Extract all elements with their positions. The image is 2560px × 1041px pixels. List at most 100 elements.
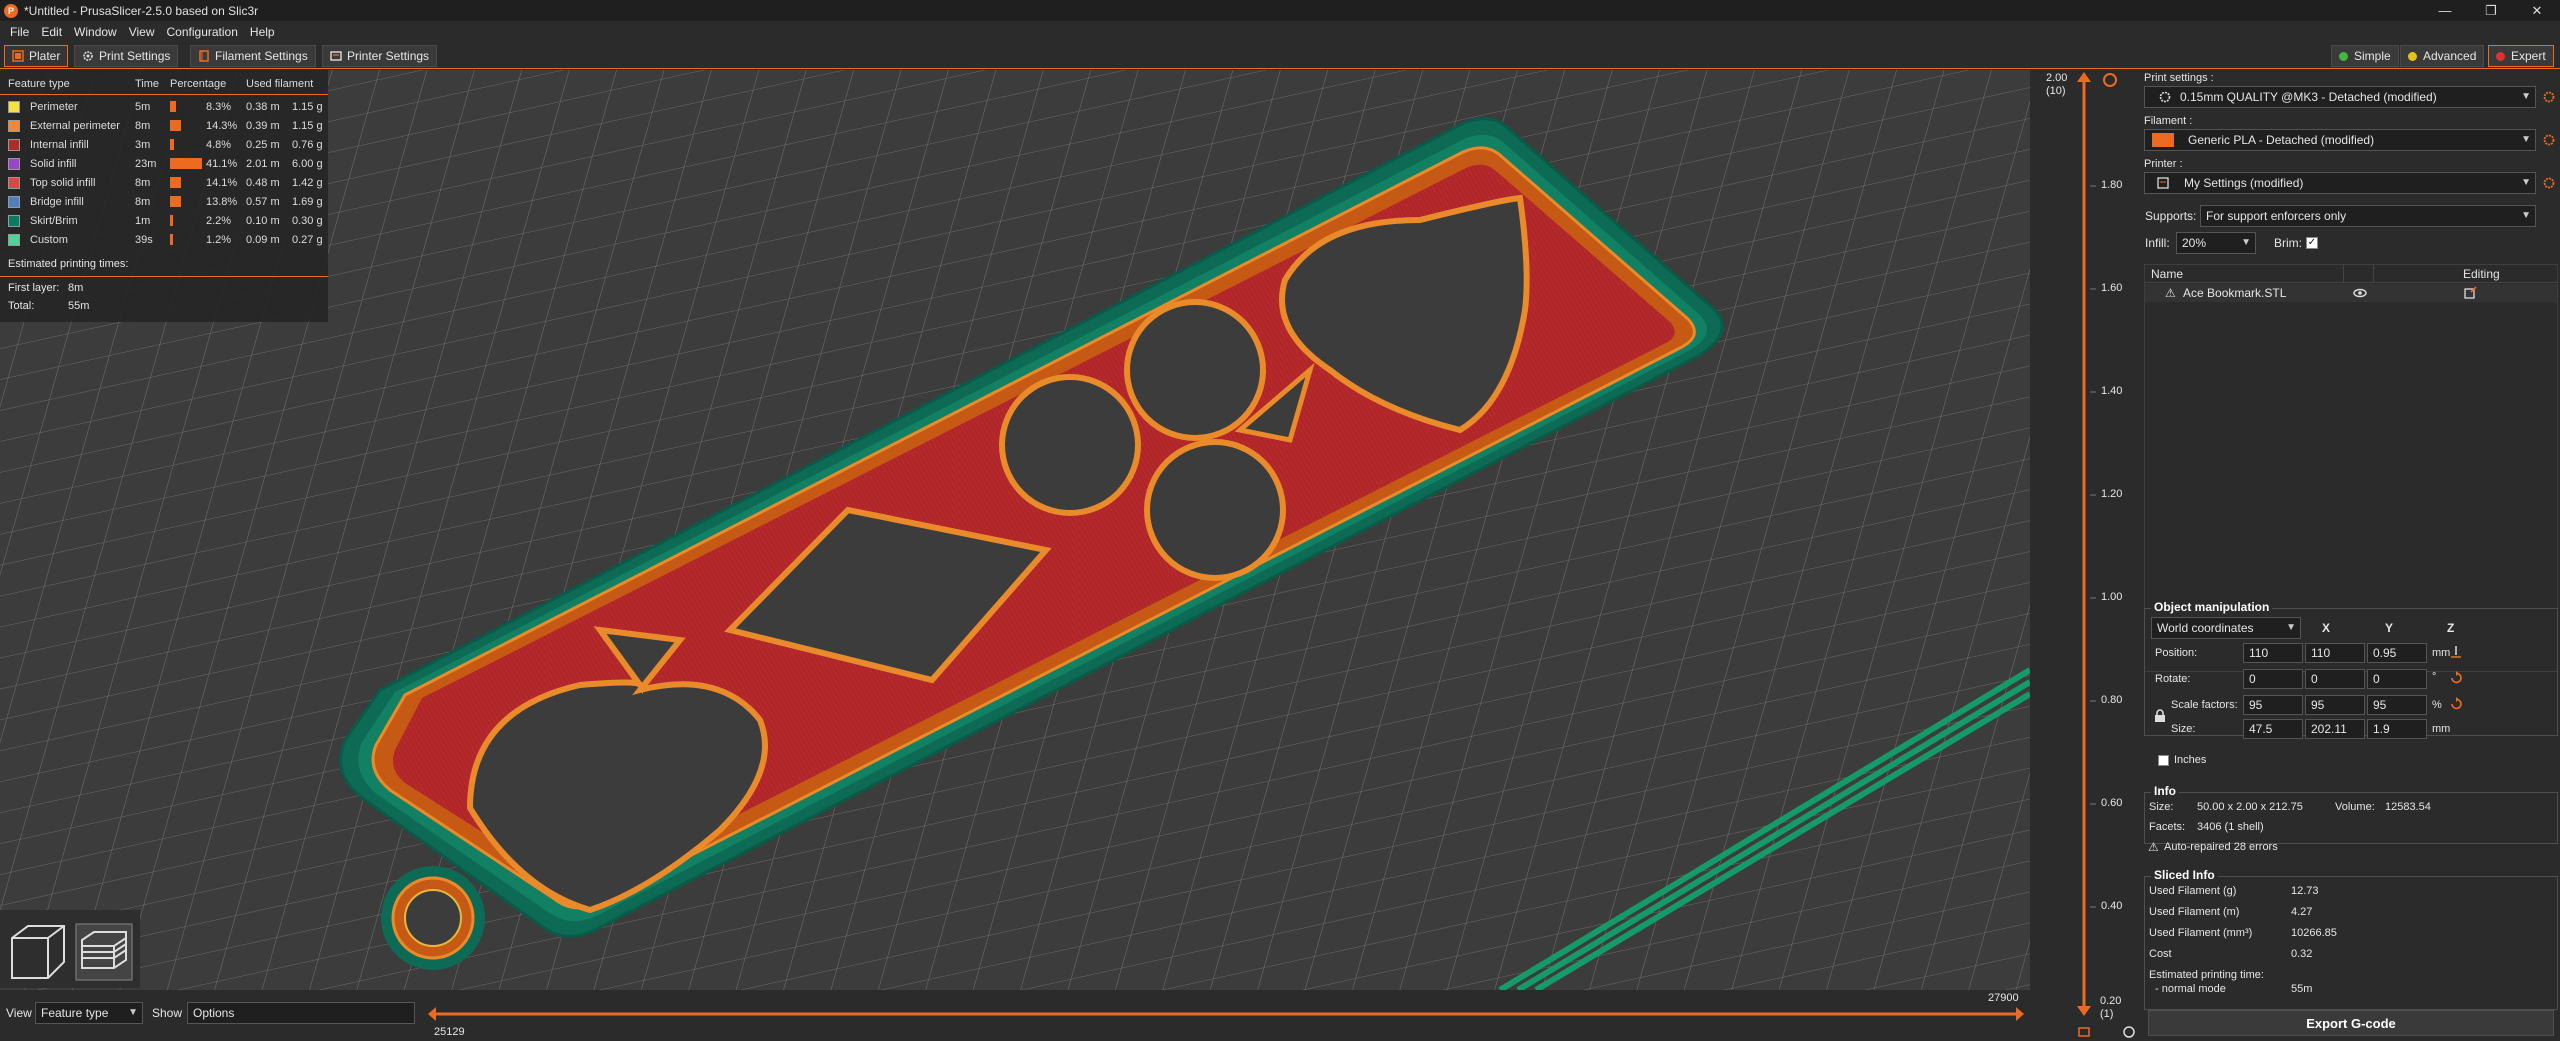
filament-value: Generic PLA - Detached (modified) bbox=[2188, 133, 2375, 147]
filament-color-swatch[interactable] bbox=[2152, 133, 2174, 147]
close-button[interactable]: ✕ bbox=[2514, 0, 2560, 21]
legend-row[interactable]: Solid infill 23m 41.1% 2.01 m 6.00 g bbox=[0, 155, 328, 174]
legend-row[interactable]: Perimeter 5m 8.3% 0.38 m 1.15 g bbox=[0, 98, 328, 117]
legend-time: 39s bbox=[135, 234, 153, 246]
layers-stack-icon[interactable] bbox=[72, 920, 136, 982]
reset-rotation-icon[interactable] bbox=[2449, 671, 2463, 685]
hslider-left-thumb[interactable] bbox=[428, 1007, 436, 1021]
tab-plater[interactable]: Plater bbox=[4, 45, 69, 67]
vslider-lower-thumb[interactable] bbox=[2077, 1006, 2091, 1016]
vslider-lock-icon[interactable] bbox=[2078, 1027, 2090, 1037]
object-row[interactable]: ⚠ Ace Bookmark.STL bbox=[2145, 284, 2557, 302]
vslider-gear-icon[interactable] bbox=[2123, 1026, 2135, 1038]
legend-row[interactable]: Internal infill 3m 4.8% 0.25 m 0.76 g bbox=[0, 136, 328, 155]
legend-row[interactable]: Skirt/Brim 1m 2.2% 0.10 m 0.30 g bbox=[0, 212, 328, 231]
vslider-upper-thumb[interactable] bbox=[2077, 72, 2091, 82]
filament-select[interactable]: Generic PLA - Detached (modified) ▼ bbox=[2144, 129, 2536, 151]
vslider-settings-icon[interactable] bbox=[2103, 73, 2117, 87]
edit-printer-preset-icon[interactable] bbox=[2542, 176, 2556, 190]
edit-filament-preset-icon[interactable] bbox=[2542, 133, 2556, 147]
chevron-down-icon: ▼ bbox=[2241, 237, 2251, 248]
edit-object-icon[interactable] bbox=[2463, 286, 2477, 300]
supports-select[interactable]: For support enforcers only ▼ bbox=[2200, 205, 2536, 227]
size-x-input[interactable]: 47.5 bbox=[2243, 719, 2303, 739]
position-unit: mm bbox=[2432, 647, 2451, 659]
view-type-select[interactable]: Feature type ▼ bbox=[35, 1002, 143, 1024]
hslider-right-thumb[interactable] bbox=[2016, 1007, 2024, 1021]
printer-select[interactable]: My Settings (modified) ▼ bbox=[2144, 172, 2536, 194]
edit-print-preset-icon[interactable] bbox=[2542, 90, 2556, 104]
rotate-x-input[interactable]: 0 bbox=[2243, 669, 2303, 689]
menu-edit[interactable]: Edit bbox=[35, 25, 68, 39]
chevron-down-icon: ▼ bbox=[128, 1007, 138, 1018]
rotate-y-input[interactable]: 0 bbox=[2305, 669, 2365, 689]
position-z-input[interactable]: 0.95 bbox=[2367, 643, 2427, 663]
show-options-select[interactable]: Options bbox=[187, 1002, 415, 1024]
size-y-input[interactable]: 202.11 bbox=[2305, 719, 2365, 739]
legend-length: 0.39 m bbox=[246, 120, 280, 132]
mode-simple-button[interactable]: Simple bbox=[2331, 45, 2399, 67]
legend-length: 0.57 m bbox=[246, 196, 280, 208]
tab-filament-settings[interactable]: Filament Settings bbox=[190, 45, 316, 67]
legend-row[interactable]: Top solid infill 8m 14.1% 0.48 m 1.42 g bbox=[0, 174, 328, 193]
menu-help[interactable]: Help bbox=[244, 25, 281, 39]
info-size-label: Size: bbox=[2149, 801, 2174, 813]
rotate-z-input[interactable]: 0 bbox=[2367, 669, 2427, 689]
sliced-mode-value: 55m bbox=[2291, 983, 2313, 995]
legend-color-swatch bbox=[8, 234, 20, 246]
infill-value: 20% bbox=[2182, 236, 2207, 250]
reset-scale-icon[interactable] bbox=[2449, 697, 2463, 711]
position-x-input[interactable]: 110 bbox=[2243, 643, 2303, 663]
drop-to-bed-icon[interactable] bbox=[2449, 645, 2463, 659]
menu-file[interactable]: File bbox=[4, 25, 35, 39]
mode-expert-button[interactable]: Expert bbox=[2488, 45, 2554, 67]
iso-view-cube-icon[interactable] bbox=[6, 922, 70, 982]
menu-view[interactable]: View bbox=[123, 25, 161, 39]
eye-icon[interactable] bbox=[2353, 286, 2367, 300]
infill-select[interactable]: 20% ▼ bbox=[2176, 232, 2256, 254]
legend-percentage-bar bbox=[170, 234, 173, 245]
print-settings-select[interactable]: 0.15mm QUALITY @MK3 - Detached (modified… bbox=[2144, 86, 2536, 108]
maximize-button[interactable]: ❐ bbox=[2468, 0, 2514, 21]
export-gcode-button[interactable]: Export G-code bbox=[2148, 1010, 2554, 1036]
tab-print-settings[interactable]: Print Settings bbox=[74, 45, 179, 67]
legend-percentage: 14.1% bbox=[206, 177, 238, 189]
plater-icon bbox=[12, 50, 24, 62]
chevron-down-icon: ▼ bbox=[2521, 91, 2531, 102]
info-panel: Info Size: 50.00 x 2.00 x 212.75 Volume:… bbox=[2144, 784, 2558, 844]
legend-separator bbox=[0, 276, 328, 277]
legend-row[interactable]: Bridge infill 8m 13.8% 0.57 m 1.69 g bbox=[0, 193, 328, 212]
horizontal-move-slider[interactable] bbox=[428, 1004, 2024, 1024]
scale-x-input[interactable]: 95 bbox=[2243, 695, 2303, 715]
show-label: Show bbox=[152, 1006, 183, 1020]
object-manipulation-panel: Object manipulation World coordinates ▼ … bbox=[2144, 600, 2558, 739]
legend-row[interactable]: External perimeter 8m 14.3% 0.39 m 1.15 g bbox=[0, 117, 328, 136]
menu-configuration[interactable]: Configuration bbox=[161, 25, 244, 39]
mode-advanced-button[interactable]: Advanced bbox=[2400, 45, 2485, 67]
inches-checkbox[interactable] bbox=[2158, 755, 2169, 766]
prusaslicer-logo-icon: P bbox=[4, 3, 18, 18]
scale-y-input[interactable]: 95 bbox=[2305, 695, 2365, 715]
lock-icon[interactable] bbox=[2153, 709, 2167, 723]
tab-print-settings-label: Print Settings bbox=[99, 49, 171, 63]
chevron-down-icon: ▼ bbox=[2521, 177, 2531, 188]
minimize-button[interactable]: — bbox=[2422, 0, 2468, 21]
axis-z-label: Z bbox=[2447, 621, 2455, 635]
legend-percentage-bar bbox=[170, 120, 182, 131]
legend-header-percentage: Percentage bbox=[170, 78, 227, 90]
legend-color-swatch bbox=[8, 196, 20, 208]
legend-percentage: 41.1% bbox=[206, 158, 238, 170]
menu-window[interactable]: Window bbox=[68, 25, 123, 39]
coordinates-select[interactable]: World coordinates ▼ bbox=[2151, 617, 2301, 639]
legend-percentage: 1.2% bbox=[206, 234, 232, 246]
legend-row[interactable]: Custom 39s 1.2% 0.09 m 0.27 g bbox=[0, 231, 328, 250]
position-y-input[interactable]: 110 bbox=[2305, 643, 2365, 663]
scale-z-input[interactable]: 95 bbox=[2367, 695, 2427, 715]
info-volume-label: Volume: bbox=[2335, 801, 2375, 813]
size-z-input[interactable]: 1.9 bbox=[2367, 719, 2427, 739]
vslider-track[interactable] bbox=[2030, 70, 2142, 1041]
brim-checkbox[interactable]: ✓ bbox=[2306, 237, 2318, 249]
tab-printer-settings[interactable]: Printer Settings bbox=[322, 45, 438, 67]
vslider-tick-7: 0.60 bbox=[2101, 797, 2123, 809]
vertical-layer-slider[interactable]: 2.00 (10) 1.80 1.60 1.40 1.20 1.00 0.80 … bbox=[2030, 70, 2142, 1041]
